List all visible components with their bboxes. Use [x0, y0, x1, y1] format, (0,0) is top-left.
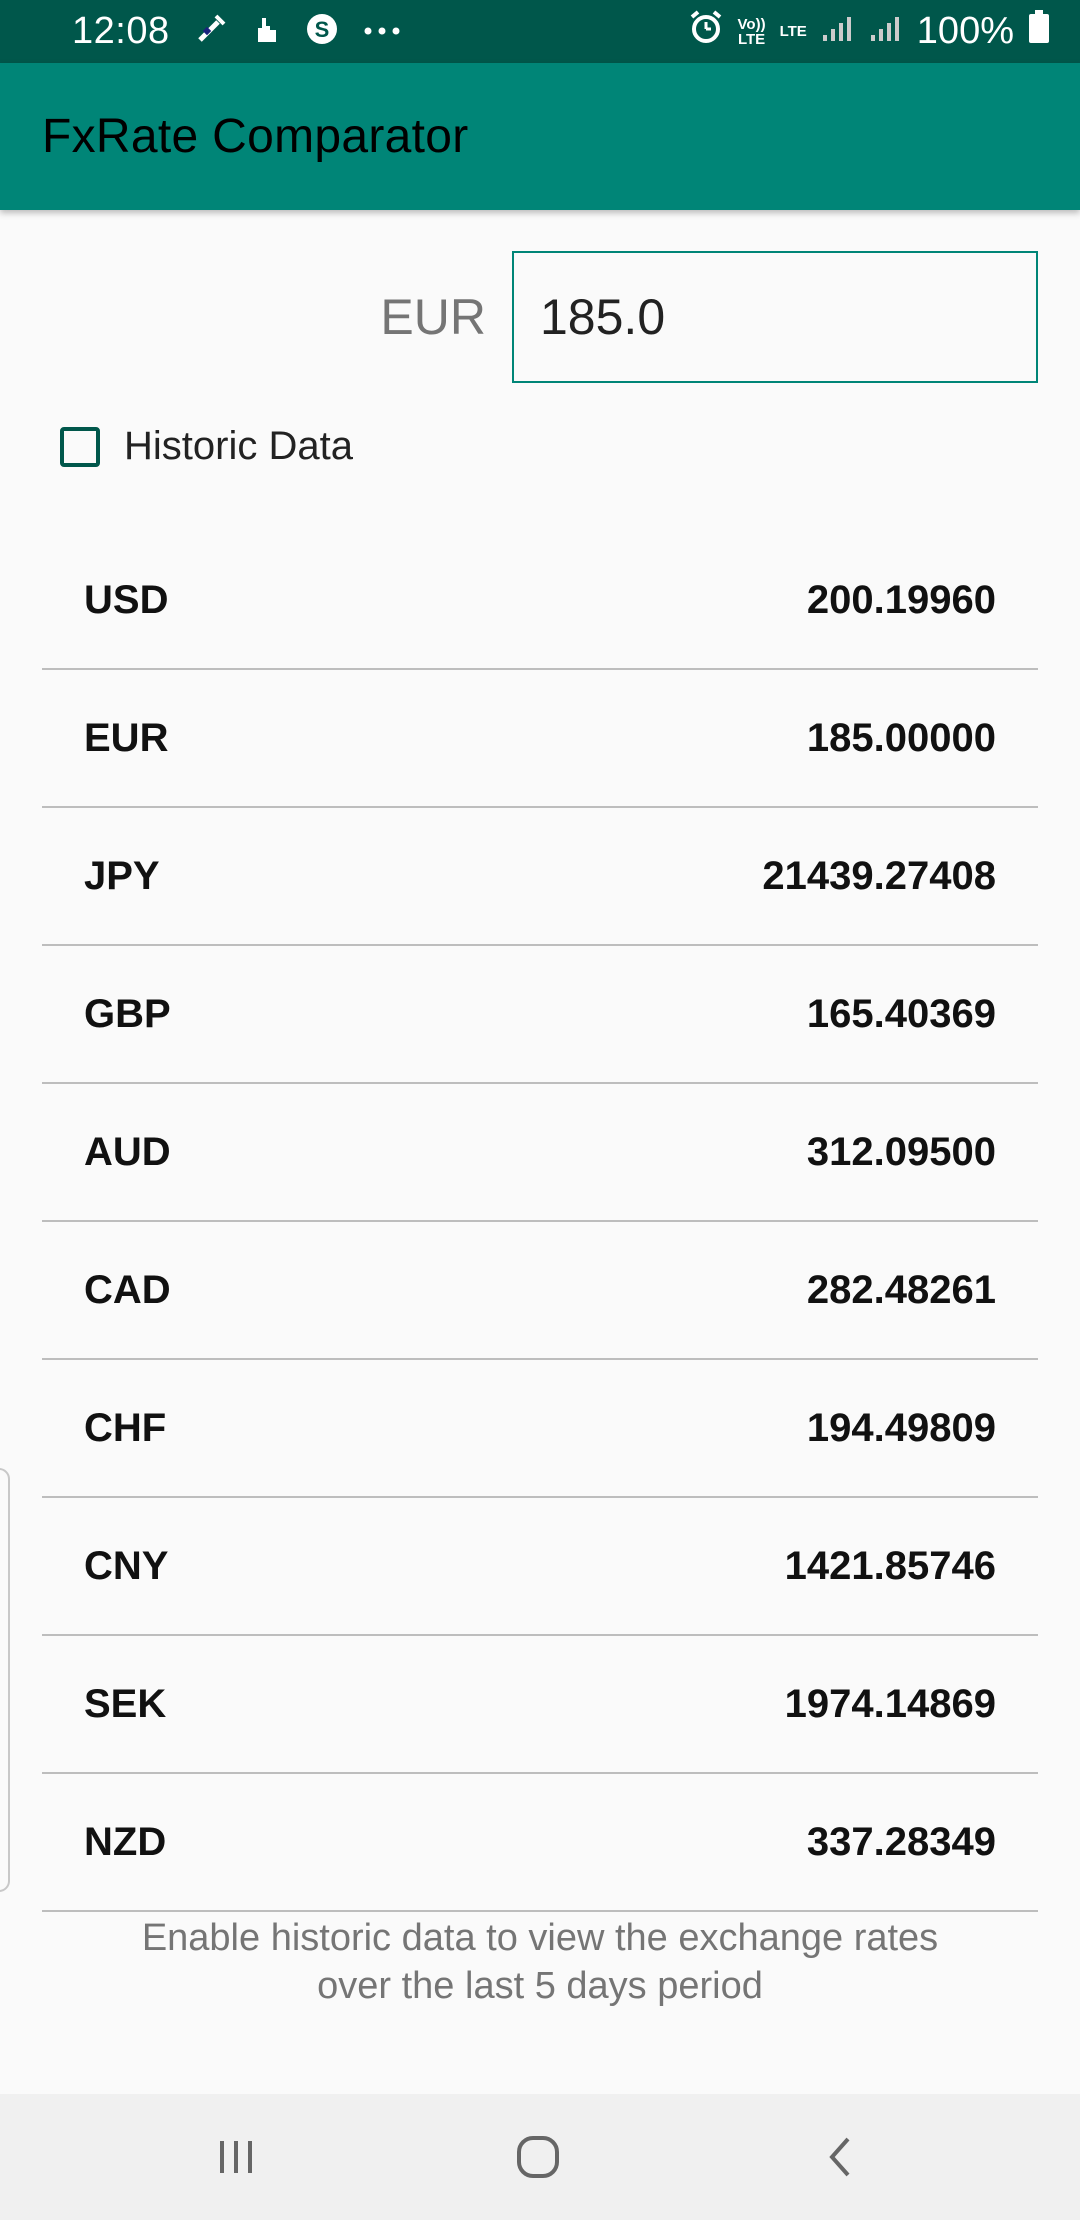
rate-row-gbp[interactable]: GBP 165.40369: [42, 946, 1038, 1084]
home-button[interactable]: [478, 2094, 598, 2220]
rate-row-jpy[interactable]: JPY 21439.27408: [42, 808, 1038, 946]
lte-label: LTE: [779, 23, 807, 40]
app-title: FxRate Comparator: [42, 110, 469, 163]
rate-code: JPY: [84, 853, 160, 898]
rate-code: CHF: [84, 1405, 167, 1450]
base-currency-label: EUR: [380, 289, 486, 345]
home-icon: [517, 2136, 559, 2178]
rate-value: 1974.14869: [784, 1681, 996, 1726]
rate-value: 312.09500: [806, 1129, 996, 1174]
rate-value: 200.19960: [806, 577, 996, 622]
rate-row-cny[interactable]: CNY 1421.85746: [42, 1498, 1038, 1636]
rate-value: 165.40369: [806, 991, 996, 1036]
volte-icon: Vo)) LTE: [737, 15, 766, 48]
rate-code: EUR: [84, 715, 169, 760]
historic-data-label[interactable]: Historic Data: [124, 424, 353, 469]
rate-row-chf[interactable]: CHF 194.49809: [42, 1360, 1038, 1498]
recent-apps-button[interactable]: [176, 2094, 296, 2220]
rate-value: 21439.27408: [762, 853, 996, 898]
rate-list: USD 200.19960 EUR 185.00000 JPY 21439.27…: [42, 532, 1038, 1912]
more-dots-icon: [362, 23, 402, 41]
rate-row-nzd[interactable]: NZD 337.28349: [42, 1774, 1038, 1912]
rate-row-sek[interactable]: SEK 1974.14869: [42, 1636, 1038, 1774]
edge-panel-handle[interactable]: [0, 1468, 10, 1892]
alarm-icon: [688, 9, 724, 55]
hint-line-1: Enable historic data to view the exchang…: [141, 1917, 939, 1959]
rate-row-usd[interactable]: USD 200.19960: [42, 532, 1038, 670]
svg-text:S: S: [314, 17, 329, 42]
recent-apps-icon: [220, 2141, 252, 2173]
hand-icon: [250, 12, 282, 51]
rate-value: 194.49809: [806, 1405, 996, 1450]
rate-row-cad[interactable]: CAD 282.48261: [42, 1222, 1038, 1360]
historic-data-checkbox-row[interactable]: Historic Data: [60, 424, 353, 469]
rate-row-eur[interactable]: EUR 185.00000: [42, 670, 1038, 808]
back-icon: [829, 2137, 850, 2177]
navigation-bar: [0, 2094, 1080, 2220]
skype-icon: S: [304, 11, 340, 52]
rate-value: 185.00000: [806, 715, 996, 760]
rate-code: NZD: [84, 1819, 167, 1864]
notification-icons: S: [194, 11, 402, 52]
rate-code: SEK: [84, 1681, 167, 1726]
rate-code: CAD: [84, 1267, 171, 1312]
back-button[interactable]: [780, 2094, 900, 2220]
rate-code: GBP: [84, 991, 171, 1036]
battery-icon: [1028, 9, 1050, 54]
hint-line-2: over the last 5 days period: [317, 1965, 763, 2007]
rate-value: 282.48261: [806, 1267, 996, 1312]
status-bar: 12:08 S Vo)) LTE LTE 100%: [0, 0, 1080, 63]
signal-icon-2: [869, 10, 903, 53]
battery-percent: 100%: [916, 10, 1014, 52]
rate-value: 337.28349: [806, 1819, 996, 1864]
rate-row-aud[interactable]: AUD 312.09500: [42, 1084, 1038, 1222]
rate-code: CNY: [84, 1543, 169, 1588]
signal-icon: [821, 10, 855, 53]
amount-input[interactable]: [512, 251, 1038, 383]
status-time: 12:08: [72, 10, 170, 52]
wand-icon: [194, 12, 228, 51]
rate-code: USD: [84, 577, 169, 622]
historic-data-checkbox[interactable]: [60, 426, 100, 467]
historic-hint: Enable historic data to view the exchang…: [0, 1914, 1080, 2010]
app-bar: FxRate Comparator: [0, 63, 1080, 210]
rate-value: 1421.85746: [784, 1543, 996, 1588]
rate-code: AUD: [84, 1129, 171, 1174]
